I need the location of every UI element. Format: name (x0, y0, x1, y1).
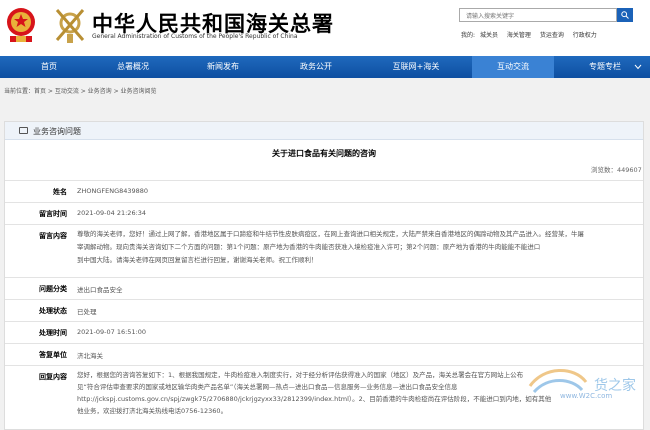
unit-value: 济北海关 (77, 352, 103, 360)
content-label: 留言内容 (39, 232, 67, 240)
status-label: 处理状态 (39, 307, 67, 315)
content-line: 宰调解动物。现向贵海关咨询如下二个方面的问题：第1个问题：原产地为香港的牛肉能否… (77, 243, 541, 251)
reply-label: 回复内容 (39, 373, 67, 381)
nav-internet-plus-customs[interactable]: 互联网+海关 (372, 56, 460, 78)
field-row-category: 问题分类 进出口食品安全 (5, 277, 643, 299)
field-row-name: 姓名 ZHONGFENG8439880 (5, 180, 643, 202)
main-nav: 首页 总署概况 新闻发布 政务公开 互联网+海关 互动交流 专题专栏 (0, 56, 650, 78)
quick-link[interactable]: 城关员 (480, 32, 498, 39)
breadcrumb: 当前位置：首页 > 互动交流 > 业务咨询 > 业务咨询阅览 (4, 88, 157, 95)
content-line: 尊敬的海关老师，您好！通过上网了解，香港地区属于口蹄疫和牛结节性皮肤病疫区，在网… (77, 230, 584, 238)
status-value: 已处理 (77, 308, 97, 316)
quick-links: 我的: 城关员 海关管理 货运查询 行政权力 (461, 30, 604, 39)
watermark-url: www.W2C.com (560, 392, 613, 400)
panel-header: 业务咨询问题 (5, 122, 643, 140)
panel-title: 业务咨询问题 (33, 127, 81, 136)
search-input[interactable]: 请输入搜索关键字 (459, 8, 617, 22)
nav-interaction[interactable]: 互动交流 (472, 56, 554, 78)
quick-link[interactable]: 海关管理 (507, 32, 531, 39)
site-subtitle: General Administration of Customs of the… (92, 33, 298, 40)
field-row-content: 留言内容 尊敬的海关老师，您好！通过上网了解，香港地区属于口蹄疫和牛结节性皮肤病… (5, 224, 643, 277)
message-icon (19, 127, 28, 134)
content-line: 到中国大陆。请海关老师在网页回复留言栏进行回复，谢谢海关老师。祝工作顺利！ (77, 256, 318, 264)
field-row-status: 处理状态 已处理 (5, 299, 643, 321)
nav-government-affairs[interactable]: 政务公开 (275, 56, 357, 78)
quick-link[interactable]: 行政权力 (573, 32, 597, 39)
watermark-logo-icon: 货之家 (528, 369, 636, 394)
unit-label: 答复单位 (39, 351, 67, 359)
reply-time-value: 2021-09-07 16:51:00 (77, 328, 147, 336)
category-label: 问题分类 (39, 285, 67, 293)
question-title: 关于进口食品有关问题的咨询 (272, 149, 376, 158)
content-text: 尊敬的海关老师，您好！通过上网了解，香港地区属于口蹄疫和牛结节性皮肤病疫区，在网… (77, 228, 637, 267)
nav-news[interactable]: 新闻发布 (182, 56, 264, 78)
time-label: 留言时间 (39, 210, 67, 218)
nav-home[interactable]: 首页 (8, 56, 90, 78)
site-header: 中华人民共和国海关总署 General Administration of Cu… (0, 0, 650, 56)
field-row-reply-time: 处理时间 2021-09-07 16:51:00 (5, 321, 643, 343)
quick-links-label: 我的: (461, 32, 476, 39)
national-emblem-icon (7, 8, 35, 42)
customs-logo-icon (55, 9, 85, 43)
search-icon (621, 11, 629, 19)
name-value: ZHONGFENG8439880 (77, 187, 149, 195)
time-value: 2021-09-04 21:26:34 (77, 209, 147, 217)
name-label: 姓名 (53, 188, 67, 196)
view-count: 浏览数：449607 (591, 166, 642, 174)
nav-overview[interactable]: 总署概况 (92, 56, 174, 78)
chevron-down-icon[interactable] (634, 64, 642, 70)
field-row-time: 留言时间 2021-09-04 21:26:34 (5, 202, 643, 224)
reply-time-label: 处理时间 (39, 329, 67, 337)
search-button[interactable] (617, 8, 633, 22)
category-value: 进出口食品安全 (77, 286, 123, 294)
quick-link[interactable]: 货运查询 (540, 32, 564, 39)
